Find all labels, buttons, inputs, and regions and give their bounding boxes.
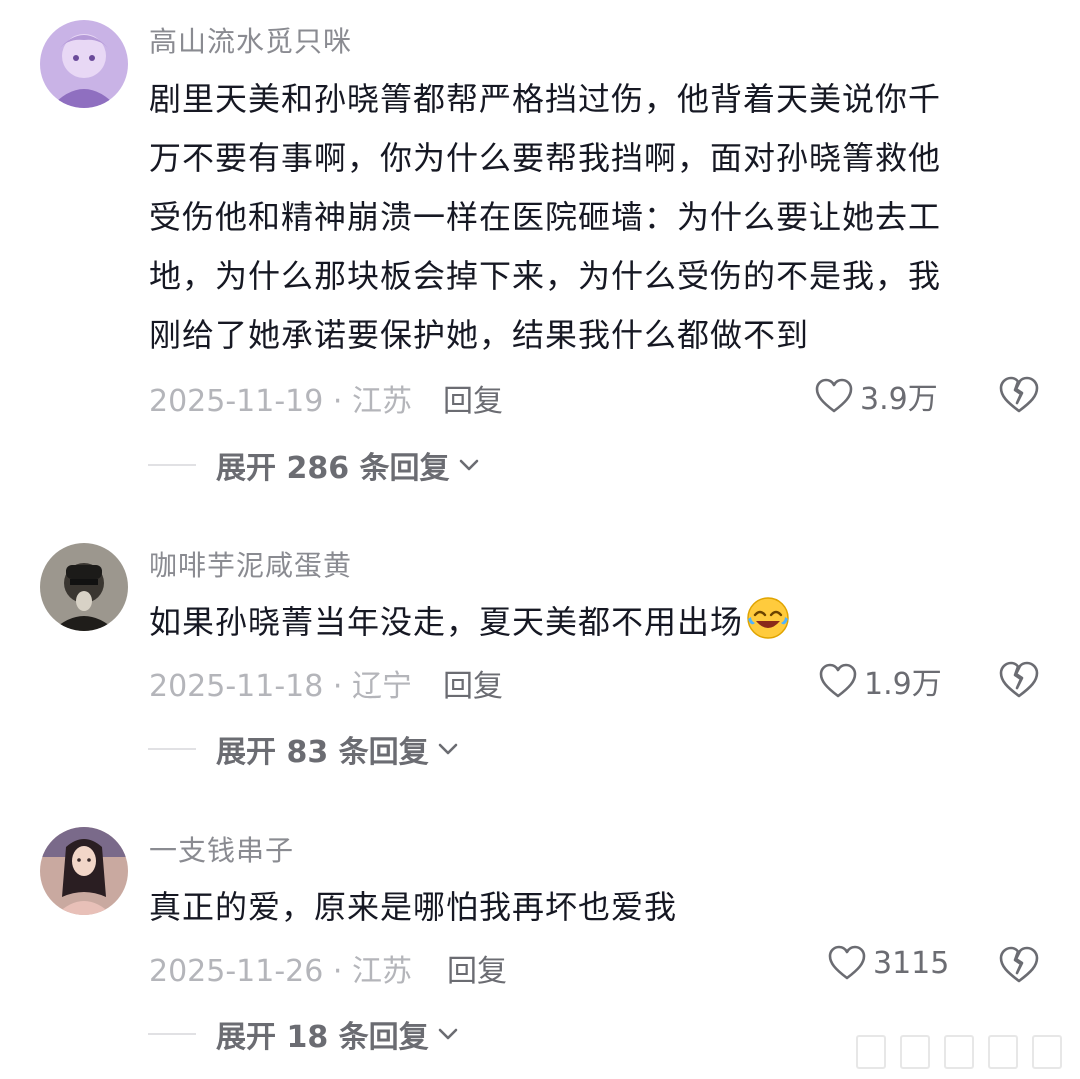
expand-replies-label: 展开 18 条回复 bbox=[216, 1020, 429, 1055]
comment-text-line: 地，为什么那块板会掉下来，为什么受伤的不是我，我 bbox=[149, 257, 942, 295]
chevron-down-icon bbox=[459, 459, 478, 471]
comment-text-line: 如果孙晓菁当年没走，夏天美都不用出场 bbox=[149, 603, 744, 641]
avatar[interactable] bbox=[40, 543, 128, 631]
reply-button[interactable]: 回复 bbox=[447, 946, 507, 990]
comment-text-line: 刚给了她承诺要保护她，结果我什么都做不到 bbox=[149, 316, 810, 354]
comment-text: 真正的爱，原来是哪怕我再坏也爱我 bbox=[149, 888, 678, 926]
like-count: 3.9万 bbox=[860, 382, 938, 417]
watermark-mark bbox=[988, 1035, 1018, 1069]
comment-text-line: 万不要有事啊，你为什么要帮我挡啊，面对孙晓箐救他 bbox=[149, 139, 942, 177]
date-location: 2025-11-26 · 江苏 bbox=[149, 954, 412, 989]
avatar[interactable] bbox=[40, 20, 128, 108]
broken-heart-icon[interactable] bbox=[998, 375, 1040, 415]
date-location: 2025-11-19 · 江苏 bbox=[149, 384, 412, 419]
like-button[interactable]: 3115 bbox=[827, 944, 949, 982]
broken-heart-icon[interactable] bbox=[998, 660, 1040, 700]
username[interactable]: 一支钱串子 bbox=[149, 829, 294, 869]
watermark-mark bbox=[1032, 1035, 1062, 1069]
chevron-down-icon bbox=[438, 743, 457, 755]
expand-replies-button[interactable]: 展开 83 条回复 bbox=[148, 727, 459, 771]
expand-replies-button[interactable]: 展开 286 条回复 bbox=[148, 443, 480, 487]
chevron-down-icon bbox=[438, 1028, 457, 1040]
username[interactable]: 咖啡芋泥咸蛋黄 bbox=[149, 544, 352, 584]
like-count: 3115 bbox=[873, 945, 950, 981]
expand-replies-button[interactable]: 展开 18 条回复 bbox=[148, 1012, 459, 1056]
reply-button[interactable]: 回复 bbox=[443, 661, 503, 705]
comment-text-line: 剧里天美和孙晓箐都帮严格挡过伤，他背着天美说你千 bbox=[149, 80, 942, 118]
heart-outline-icon bbox=[819, 663, 857, 698]
like-count: 1.9万 bbox=[864, 667, 942, 702]
watermark-mark bbox=[944, 1035, 974, 1069]
like-button[interactable]: 1.9万 bbox=[818, 659, 942, 703]
heart-outline-icon bbox=[815, 378, 853, 413]
reply-button[interactable]: 回复 bbox=[443, 376, 503, 420]
watermark bbox=[856, 1035, 1062, 1069]
date-location: 2025-11-18 · 辽宁 bbox=[149, 669, 412, 704]
comment-text: 剧里天美和孙晓箐都帮严格挡过伤，他背着天美说你千 万不要有事啊，你为什么要帮我挡… bbox=[149, 70, 1029, 365]
like-button[interactable]: 3.9万 bbox=[814, 374, 938, 418]
divider bbox=[148, 464, 196, 466]
divider bbox=[148, 1033, 196, 1035]
username[interactable]: 高山流水觅只咪 bbox=[149, 20, 352, 60]
watermark-mark bbox=[856, 1035, 886, 1069]
laughing-crying-emoji bbox=[747, 597, 789, 639]
expand-replies-label: 展开 286 条回复 bbox=[216, 451, 450, 486]
avatar[interactable] bbox=[40, 827, 128, 915]
comment-text: 如果孙晓菁当年没走，夏天美都不用出场 bbox=[149, 593, 1029, 652]
heart-outline-icon bbox=[828, 945, 866, 980]
divider bbox=[148, 748, 196, 750]
broken-heart-icon[interactable] bbox=[998, 945, 1040, 985]
watermark-mark bbox=[900, 1035, 930, 1069]
comment-text-line: 受伤他和精神崩溃一样在医院砸墙：为什么要让她去工 bbox=[149, 198, 942, 236]
expand-replies-label: 展开 83 条回复 bbox=[216, 735, 429, 770]
